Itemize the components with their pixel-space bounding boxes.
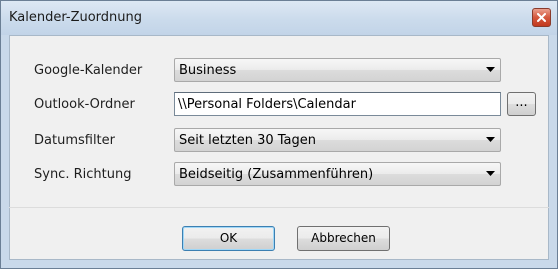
- google-calendar-label: Google-Kalender: [34, 63, 143, 78]
- ok-button[interactable]: OK: [182, 226, 275, 251]
- date-filter-dropdown[interactable]: Seit letzten 30 Tagen: [174, 128, 501, 152]
- outlook-folder-field[interactable]: \\Personal Folders\Calendar: [174, 92, 501, 116]
- sync-direction-value: Beidseitig (Zusammenführen): [179, 167, 374, 182]
- chevron-down-icon: [486, 67, 495, 72]
- divider: [9, 207, 549, 208]
- cancel-button[interactable]: Abbrechen: [297, 226, 390, 251]
- window-title: Kalender-Zuordnung: [9, 10, 143, 25]
- close-button[interactable]: [532, 8, 551, 27]
- chevron-down-icon: [486, 137, 495, 142]
- title-bar[interactable]: Kalender-Zuordnung: [1, 1, 557, 35]
- close-icon: [537, 13, 546, 22]
- google-calendar-dropdown[interactable]: Business: [174, 58, 501, 82]
- sync-direction-dropdown[interactable]: Beidseitig (Zusammenführen): [174, 162, 501, 186]
- date-filter-value: Seit letzten 30 Tagen: [179, 133, 317, 148]
- outlook-folder-label: Outlook-Ordner: [34, 97, 135, 112]
- date-filter-label: Datumsfilter: [34, 133, 115, 148]
- chevron-down-icon: [486, 171, 495, 176]
- dialog-window: Kalender-Zuordnung Google-Kalender Busin…: [0, 0, 558, 269]
- sync-direction-label: Sync. Richtung: [34, 167, 132, 182]
- google-calendar-value: Business: [179, 63, 237, 78]
- outlook-folder-value: \\Personal Folders\Calendar: [178, 97, 356, 112]
- browse-folder-button[interactable]: ...: [507, 92, 536, 116]
